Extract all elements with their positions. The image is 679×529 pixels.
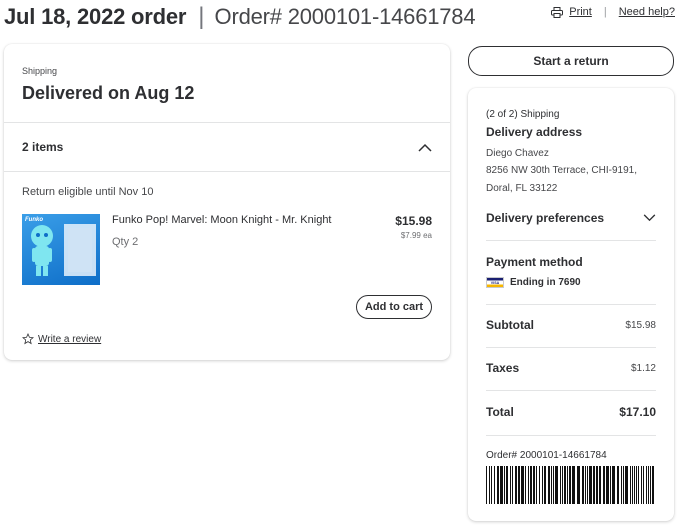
address-name: Diego Chavez [486, 148, 549, 159]
product-price: $15.98 [395, 214, 432, 228]
product-image[interactable]: Funko [22, 214, 100, 285]
shipping-status-section: Shipping Delivered on Aug 12 [4, 44, 450, 123]
total-row: Total $17.10 [486, 405, 656, 419]
taxes-row: Taxes $1.12 [486, 361, 656, 375]
divider [486, 347, 656, 348]
divider [486, 240, 656, 241]
product-name[interactable]: Funko Pop! Marvel: Moon Knight - Mr. Kni… [112, 214, 332, 226]
need-help-link[interactable]: Need help? [619, 6, 675, 18]
delivery-address-title: Delivery address [486, 125, 583, 139]
payment-method-title: Payment method [486, 255, 583, 269]
chevron-down-icon[interactable] [643, 214, 656, 222]
divider [486, 390, 656, 391]
card-ending: Ending in 7690 [510, 277, 581, 288]
funko-logo: Funko [25, 217, 43, 223]
write-review-row[interactable]: Write a review [22, 333, 101, 345]
taxes-label: Taxes [486, 361, 520, 375]
order-date-title: Jul 18, 2022 order [4, 4, 187, 29]
return-eligibility: Return eligible until Nov 10 [22, 186, 154, 198]
divider [486, 435, 656, 436]
product-unit-price: $7.99 ea [400, 231, 432, 240]
chevron-up-icon[interactable] [418, 143, 432, 152]
delivery-preferences-label: Delivery preferences [486, 211, 605, 225]
add-to-cart-button[interactable]: Add to cart [356, 295, 432, 319]
header-links: Print | Need help? [551, 6, 675, 18]
address-line-2: Doral, FL 33122 [486, 183, 558, 194]
items-toggle-row[interactable]: 2 items [4, 123, 450, 172]
subtotal-label: Subtotal [486, 318, 534, 332]
payment-card-row: VISA Ending in 7690 [486, 277, 656, 288]
total-value: $17.10 [619, 405, 656, 419]
subtotal-row: Subtotal $15.98 [486, 318, 656, 332]
product-qty: Qty 2 [112, 236, 139, 248]
shipping-label: Shipping [22, 66, 58, 76]
footer-order-number: Order# 2000101-14661784 [486, 450, 607, 461]
address-line-1: 8256 NW 30th Terrace, CHI-9191, [486, 165, 638, 176]
link-separator: | [603, 6, 607, 18]
taxes-value: $1.12 [630, 362, 656, 374]
shipment-count: (2 of 2) Shipping [486, 109, 560, 120]
subtotal-value: $15.98 [625, 319, 656, 331]
print-link[interactable]: Print [569, 6, 592, 18]
shipment-card: Shipping Delivered on Aug 12 2 items Ret… [4, 44, 450, 360]
order-header: Jul 18, 2022 order | Order# 2000101-1466… [4, 2, 675, 32]
write-review-link[interactable]: Write a review [38, 334, 101, 345]
barcode [486, 466, 654, 504]
items-count: 2 items [22, 140, 64, 154]
visa-card-icon: VISA [486, 277, 504, 288]
total-label: Total [486, 405, 514, 419]
delivery-preferences-toggle[interactable]: Delivery preferences [486, 211, 656, 225]
start-return-button[interactable]: Start a return [468, 46, 674, 76]
printer-icon[interactable] [551, 6, 564, 18]
funko-figure-illustration: Funko [25, 217, 96, 276]
delivery-status: Delivered on Aug 12 [22, 83, 195, 103]
header-separator: | [198, 3, 205, 30]
order-summary-card: (2 of 2) Shipping Delivery address Diego… [468, 88, 674, 521]
svg-text:VISA: VISA [491, 281, 500, 285]
divider [486, 304, 656, 305]
star-icon [22, 333, 34, 345]
order-number-title: Order# 2000101-14661784 [214, 4, 476, 29]
